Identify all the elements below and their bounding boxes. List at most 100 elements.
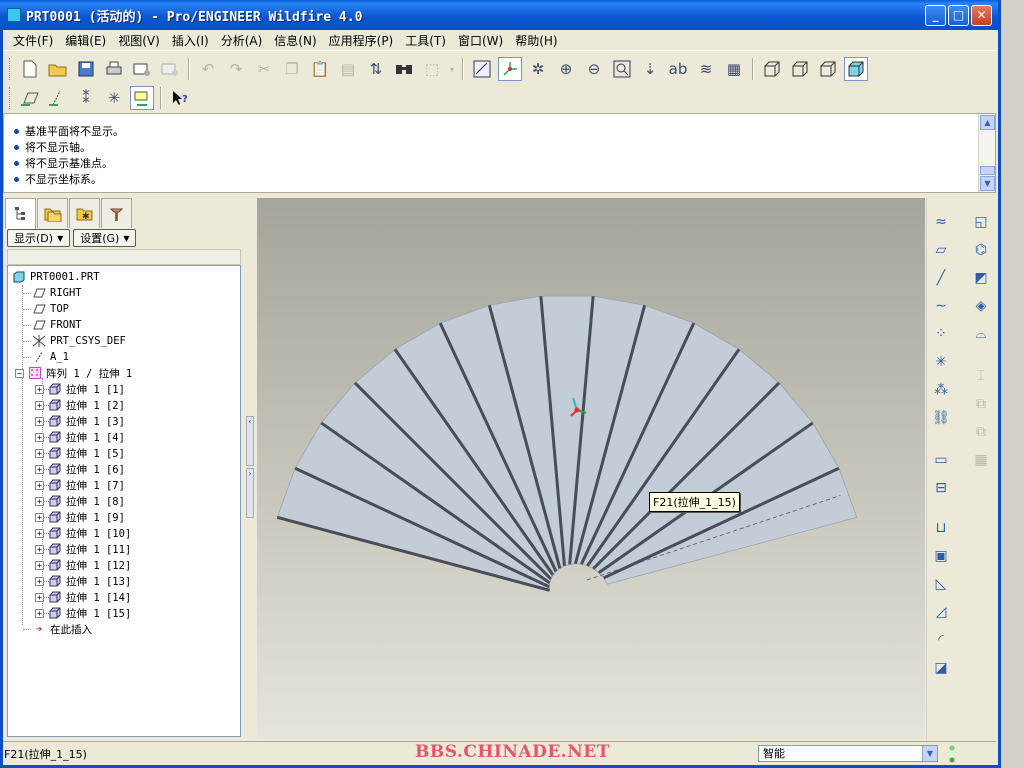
tree-item-extrude[interactable]: + 拉伸 1 [9] bbox=[35, 509, 125, 525]
undo-icon[interactable]: ↶ bbox=[196, 57, 220, 81]
rib-icon[interactable]: ◺ bbox=[929, 572, 953, 596]
graphics-window[interactable]: F21(拉伸_1_15) bbox=[257, 198, 925, 739]
scroll-thumb[interactable] bbox=[980, 166, 995, 175]
tree-item-extrude[interactable]: + 拉伸 1 [10] bbox=[35, 525, 131, 541]
collapse-panel-handle[interactable]: ‹ bbox=[246, 416, 254, 466]
minimize-button[interactable]: _ bbox=[925, 5, 946, 26]
cut-icon[interactable]: ✂ bbox=[252, 57, 276, 81]
tree-item-top[interactable]: TOP bbox=[32, 301, 69, 317]
regenerate-icon[interactable]: ⇅ bbox=[364, 57, 388, 81]
email-icon[interactable] bbox=[130, 57, 154, 81]
zoom-out-icon[interactable]: ⊖ bbox=[582, 57, 606, 81]
note-icon[interactable]: ▭ bbox=[929, 448, 953, 472]
redo-icon[interactable]: ↷ bbox=[224, 57, 248, 81]
annotation-display-icon[interactable] bbox=[130, 86, 154, 110]
tree-item-front[interactable]: FRONT bbox=[32, 317, 82, 333]
tree-item-extrude[interactable]: + 拉伸 1 [3] bbox=[35, 413, 125, 429]
tree-item-extrude[interactable]: + 拉伸 1 [12] bbox=[35, 557, 131, 573]
chamfer-icon[interactable]: ◪ bbox=[929, 656, 953, 680]
tab-folder-browser[interactable] bbox=[37, 198, 68, 228]
tree-item-insert-here[interactable]: ➔ 在此插入 bbox=[32, 621, 92, 637]
tree-item-extrude[interactable]: + 拉伸 1 [13] bbox=[35, 573, 131, 589]
paste-icon[interactable]: 📋 bbox=[308, 57, 332, 81]
panel-splitter[interactable]: ‹ › bbox=[245, 196, 257, 741]
expand-icon[interactable]: + bbox=[35, 464, 44, 474]
copy-icon[interactable]: ❐ bbox=[280, 57, 304, 81]
repaint-icon[interactable] bbox=[470, 57, 494, 81]
tree-item-pattern[interactable]: − 阵列 1 / 拉伸 1 bbox=[15, 365, 132, 381]
tree-item-right[interactable]: RIGHT bbox=[32, 285, 82, 301]
sketch-curve-icon[interactable]: ∼ bbox=[929, 294, 953, 318]
hole-icon[interactable]: ⊔ bbox=[929, 516, 953, 540]
title-bar[interactable]: PRT0001 (活动的) - Pro/ENGINEER Wildfire 4.… bbox=[0, 0, 998, 30]
expand-icon[interactable]: + bbox=[35, 384, 44, 394]
paste-special-icon[interactable]: ▤ bbox=[336, 57, 360, 81]
wireframe-icon[interactable] bbox=[760, 57, 784, 81]
tab-connections[interactable] bbox=[101, 198, 132, 228]
datum-axis-tool-icon[interactable]: ╱ bbox=[929, 266, 953, 290]
regeneration-status-icon[interactable] bbox=[947, 745, 957, 763]
draft-icon[interactable]: ◿ bbox=[929, 600, 953, 624]
datum-point-display-icon[interactable]: ⁑ bbox=[74, 86, 98, 110]
tree-item-extrude[interactable]: + 拉伸 1 [5] bbox=[35, 445, 125, 461]
tree-item-extrude[interactable]: + 拉伸 1 [14] bbox=[35, 589, 131, 605]
expand-icon[interactable]: + bbox=[35, 528, 44, 538]
expand-icon[interactable]: + bbox=[35, 608, 44, 618]
expand-icon[interactable]: + bbox=[35, 496, 44, 506]
assemble-icon[interactable]: ⛓ bbox=[929, 406, 953, 430]
datum-axis-display-icon[interactable] bbox=[46, 86, 70, 110]
close-button[interactable]: ✕ bbox=[971, 5, 992, 26]
expand-icon[interactable]: + bbox=[35, 576, 44, 586]
tree-item-extrude[interactable]: + 拉伸 1 [1] bbox=[35, 381, 125, 397]
tree-item-extrude[interactable]: + 拉伸 1 [4] bbox=[35, 429, 125, 445]
extrude-hole-icon[interactable]: ◱ bbox=[969, 210, 993, 234]
variable-sweep-icon[interactable]: ◈ bbox=[969, 294, 993, 318]
copy-geometry-icon[interactable]: ⊟ bbox=[929, 476, 953, 500]
tree-item-extrude[interactable]: + 拉伸 1 [6] bbox=[35, 461, 125, 477]
datum-plane-display-icon[interactable] bbox=[18, 86, 42, 110]
shading-icon[interactable] bbox=[844, 57, 868, 81]
expand-icon[interactable]: + bbox=[35, 432, 44, 442]
csys-display-icon[interactable]: ✳ bbox=[102, 86, 126, 110]
tree-column-header[interactable] bbox=[7, 249, 241, 265]
reorient-icon[interactable]: ⇣ bbox=[638, 57, 662, 81]
tree-item-csys[interactable]: PRT_CSYS_DEF bbox=[32, 333, 126, 349]
tab-favorites[interactable]: ✱ bbox=[69, 198, 100, 228]
expand-icon[interactable]: + bbox=[35, 560, 44, 570]
sweep-icon[interactable]: ◩ bbox=[969, 266, 993, 290]
menu-insert[interactable]: 插入(I) bbox=[166, 32, 215, 49]
tree-item-extrude[interactable]: + 拉伸 1 [11] bbox=[35, 541, 131, 557]
expand-icon[interactable]: + bbox=[35, 544, 44, 554]
save-icon[interactable] bbox=[74, 57, 98, 81]
shell-icon[interactable]: ▣ bbox=[929, 544, 953, 568]
datum-point-tool-icon[interactable]: ⁘ bbox=[929, 322, 953, 346]
message-scrollbar[interactable]: ▲ ▼ bbox=[978, 114, 995, 192]
expand-icon[interactable]: + bbox=[35, 480, 44, 490]
toolbar-grip[interactable] bbox=[9, 87, 12, 109]
datum-plane-tool-icon[interactable]: ▱ bbox=[929, 238, 953, 262]
collapse-icon[interactable]: − bbox=[15, 368, 24, 378]
sketched-curve-icon[interactable]: ≈ bbox=[929, 210, 953, 234]
revolve-icon[interactable]: ⌬ bbox=[969, 238, 993, 262]
context-help-icon[interactable]: ? bbox=[168, 86, 192, 110]
settings-dropdown[interactable]: 设置(G) ▼ bbox=[73, 229, 137, 247]
orient-mode-icon[interactable]: ✲ bbox=[526, 57, 550, 81]
tree-item-extrude[interactable]: + 拉伸 1 [15] bbox=[35, 605, 131, 621]
model-viewport[interactable] bbox=[257, 198, 925, 739]
menu-applications[interactable]: 应用程序(P) bbox=[323, 32, 400, 49]
csys-tool-icon[interactable]: ✳ bbox=[929, 350, 953, 374]
open-folder-icon[interactable] bbox=[46, 57, 70, 81]
menu-analysis[interactable]: 分析(A) bbox=[215, 32, 269, 49]
email-link-icon[interactable] bbox=[158, 57, 182, 81]
menu-edit[interactable]: 编辑(E) bbox=[59, 32, 112, 49]
tab-model-tree[interactable] bbox=[5, 198, 36, 229]
analysis-feature-icon[interactable]: ⁂ bbox=[929, 378, 953, 402]
expand-icon[interactable]: + bbox=[35, 512, 44, 522]
expand-icon[interactable]: + bbox=[35, 400, 44, 410]
hidden-line-icon[interactable] bbox=[788, 57, 812, 81]
spin-center-icon[interactable] bbox=[498, 57, 522, 81]
tree-item-axis[interactable]: A_1 bbox=[32, 349, 69, 365]
layers-icon[interactable]: ≋ bbox=[694, 57, 718, 81]
scroll-up-button[interactable]: ▲ bbox=[980, 115, 995, 130]
new-file-icon[interactable] bbox=[18, 57, 42, 81]
